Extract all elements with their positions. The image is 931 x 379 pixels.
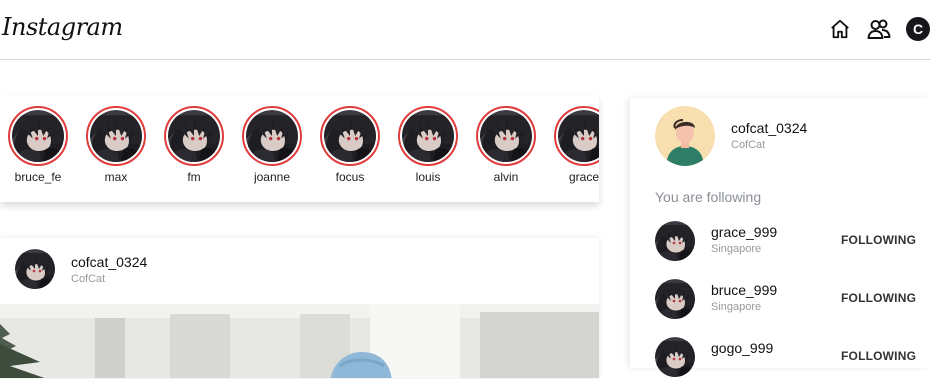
- post-card: cofcat_0324 CofCat: [0, 238, 599, 378]
- following-row: grace_999 Singapore FOLLOWING: [655, 221, 931, 263]
- story-avatar: [480, 110, 532, 162]
- story-username: fm: [187, 170, 201, 184]
- following-location: Singapore: [711, 301, 762, 313]
- story-avatar-ring: [86, 106, 146, 166]
- story-avatar: [12, 110, 64, 162]
- story-avatar-ring: [242, 106, 302, 166]
- following-username[interactable]: grace_999: [711, 224, 777, 240]
- story-avatar-ring: [320, 106, 380, 166]
- story-item[interactable]: joanne: [242, 106, 302, 184]
- story-item[interactable]: focus: [320, 106, 380, 184]
- following-button[interactable]: FOLLOWING: [841, 233, 916, 247]
- story-username: bruce_fe: [14, 170, 62, 184]
- following-avatar[interactable]: [655, 337, 695, 377]
- following-button[interactable]: FOLLOWING: [841, 349, 916, 363]
- story-username: grace: [568, 170, 599, 184]
- following-avatar[interactable]: [655, 221, 695, 261]
- story-avatar-ring: [476, 106, 536, 166]
- story-avatar: [168, 110, 220, 162]
- right-sidebar: cofcat_0324 CofCat You are following gra…: [630, 98, 931, 377]
- story-item[interactable]: louis: [398, 106, 458, 184]
- instagram-logo[interactable]: Instagram: [2, 13, 123, 41]
- top-navbar: Instagram C: [0, 0, 931, 60]
- account-avatar[interactable]: C: [906, 17, 930, 41]
- story-item[interactable]: grace: [554, 106, 599, 184]
- stories-bar: bruce_fe max fm joanne focus louis alvin…: [0, 96, 599, 202]
- story-username: focus: [335, 170, 365, 184]
- home-icon[interactable]: [828, 17, 852, 41]
- people-icon[interactable]: [867, 17, 891, 41]
- post-image[interactable]: [0, 304, 599, 378]
- post-author-subtitle: CofCat: [71, 273, 106, 285]
- story-avatar-ring: [554, 106, 599, 166]
- story-avatar-ring: [164, 106, 224, 166]
- following-username[interactable]: bruce_999: [711, 282, 777, 298]
- story-username: joanne: [253, 170, 291, 184]
- story-username: max: [104, 170, 128, 184]
- story-avatar: [402, 110, 454, 162]
- story-item[interactable]: alvin: [476, 106, 536, 184]
- story-username: alvin: [493, 170, 519, 184]
- story-avatar: [246, 110, 298, 162]
- post-author-username[interactable]: cofcat_0324: [71, 254, 147, 270]
- following-username[interactable]: gogo_999: [711, 340, 773, 356]
- story-avatar: [90, 110, 142, 162]
- story-avatar-ring: [398, 106, 458, 166]
- story-item[interactable]: bruce_fe: [8, 106, 68, 184]
- story-item[interactable]: fm: [164, 106, 224, 184]
- following-heading: You are following: [655, 189, 762, 205]
- story-avatar: [558, 110, 599, 162]
- story-avatar: [324, 110, 376, 162]
- post-author-avatar[interactable]: [15, 249, 55, 289]
- following-row: gogo_999 FOLLOWING: [655, 337, 931, 379]
- story-avatar-ring: [8, 106, 68, 166]
- story-item[interactable]: max: [86, 106, 146, 184]
- profile-avatar[interactable]: [655, 106, 715, 166]
- following-avatar[interactable]: [655, 279, 695, 319]
- following-location: Singapore: [711, 243, 762, 255]
- following-button[interactable]: FOLLOWING: [841, 291, 916, 305]
- profile-subtitle: CofCat: [731, 139, 766, 151]
- story-username: louis: [415, 170, 441, 184]
- following-row: bruce_999 Singapore FOLLOWING: [655, 279, 931, 321]
- profile-username[interactable]: cofcat_0324: [731, 120, 807, 136]
